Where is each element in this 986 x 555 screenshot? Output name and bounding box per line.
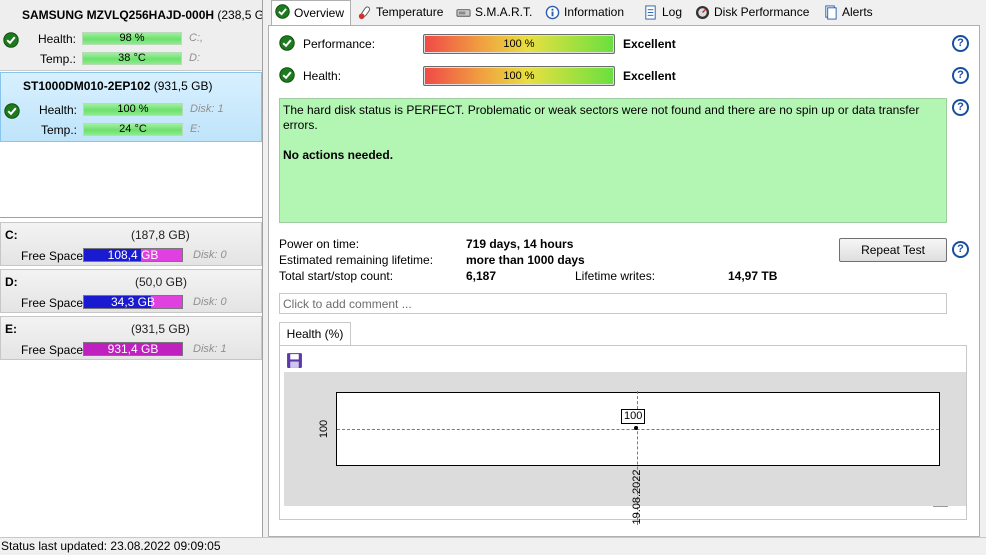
help-icon[interactable]: ? [952, 99, 969, 116]
check-circle-icon [279, 67, 295, 83]
health-bar: 98 % [82, 32, 182, 45]
status-message-box: The hard disk status is PERFECT. Problem… [279, 98, 947, 223]
health-row: Health: 100 % Excellent [279, 66, 969, 86]
health-label: Health: [38, 103, 77, 117]
free-space-label: Free Space [21, 249, 84, 263]
start-stop-value: 6,187 [466, 269, 497, 283]
performance-label: Performance: [303, 37, 376, 51]
start-stop-label: Total start/stop count: [279, 269, 394, 283]
temp-label: Temp.: [40, 123, 77, 137]
partition-letter: D: [5, 275, 18, 289]
temp-bar: 24 °C [83, 123, 183, 136]
tab-disk-performance[interactable]: Disk Performance [692, 2, 809, 24]
health-chart-panel: 100 19.08.2022 100 [279, 345, 967, 525]
drive-letters: D: [189, 52, 200, 64]
log-icon [645, 5, 656, 20]
tab-health-chart[interactable]: Health (%) [279, 322, 351, 346]
health-chart: 100 19.08.2022 100 [284, 372, 966, 525]
status-bar: Status last updated: 23.08.2022 09:09:05 [0, 537, 986, 555]
tab-information[interactable]: Information [542, 2, 624, 24]
lifetime-writes-value: 14,97 TB [728, 269, 778, 283]
tab-bar: Overview Temperature S.M.A.R.T. Informat… [268, 0, 986, 26]
temp-bar: 38 °C [82, 52, 182, 65]
partition-disk: Disk: 0 [193, 296, 227, 308]
info-icon [545, 5, 560, 20]
smart-icon [456, 9, 471, 17]
tab-temperature[interactable]: Temperature [354, 2, 443, 24]
drive-letters: E: [190, 123, 201, 135]
disk-item-selected[interactable]: ST1000DM010-2EP102 (931,5 GB) Health: 10… [0, 72, 262, 142]
help-icon[interactable]: ? [952, 241, 969, 258]
free-space-bar: 931,4 GB [83, 342, 183, 356]
partition-disk: Disk: 1 [193, 343, 227, 355]
remaining-lifetime-label: Estimated remaining lifetime: [279, 253, 434, 267]
health-bar: 100 % [83, 103, 183, 116]
health-label: Health: [303, 69, 342, 83]
status-text: The hard disk status is PERFECT. Problem… [283, 103, 920, 132]
temp-label: Temp.: [39, 52, 76, 66]
overview-panel: Performance: 100 % Excellent ? Health: 1… [268, 25, 980, 537]
plot-area [336, 391, 940, 525]
health-label: Health: [37, 32, 76, 46]
disk-item[interactable]: SAMSUNG MZVLQ256HAJD-000H (238,5 GB) Hea… [0, 0, 262, 71]
drive-letters: C:, [189, 32, 204, 44]
alerts-icon [825, 5, 837, 20]
save-icon[interactable] [286, 352, 303, 369]
help-icon[interactable]: ? [952, 67, 969, 84]
tab-log[interactable]: Log [640, 2, 682, 24]
lifetime-writes-label: Lifetime writes: [575, 269, 656, 283]
disk-list-empty-area [0, 142, 262, 218]
free-space-bar: 108,4 GB [83, 248, 183, 262]
disk-panel: SAMSUNG MZVLQ256HAJD-000H (238,5 GB) Hea… [0, 0, 263, 537]
partition-size: (50,0 GB) [135, 275, 188, 289]
check-circle-icon [279, 35, 295, 51]
disk-title: ST1000DM010-2EP102 (931,5 GB) [23, 79, 213, 93]
performance-row: Performance: 100 % Excellent [279, 34, 969, 54]
partition-letter: C: [5, 228, 18, 242]
power-on-value: 719 days, 14 hours [466, 237, 574, 251]
gauge-icon [695, 5, 710, 20]
partition-item[interactable]: E: (931,5 GB) Free Space 931,4 GB Disk: … [0, 316, 262, 360]
partition-item[interactable]: C: (187,8 GB) Free Space 108,4 GB Disk: … [0, 222, 262, 266]
performance-rating: Excellent [623, 37, 676, 51]
partition-item[interactable]: D: (50,0 GB) Free Space 34,3 GB Disk: 0 [0, 269, 262, 313]
data-point [634, 426, 638, 430]
partition-size: (187,8 GB) [131, 228, 190, 242]
partition-size: (931,5 GB) [131, 322, 190, 336]
help-icon[interactable]: ? [952, 35, 969, 52]
partition-disk: Disk: 0 [193, 249, 227, 261]
partition-letter: E: [5, 322, 17, 336]
free-space-bar: 34,3 GB [83, 295, 183, 309]
tab-smart[interactable]: S.M.A.R.T. [453, 2, 532, 24]
health-rating: Excellent [623, 69, 676, 83]
status-action: No actions needed. [283, 148, 394, 162]
thermometer-icon [358, 6, 371, 20]
power-on-label: Power on time: [279, 237, 360, 251]
disk-number: Disk: 1 [190, 103, 224, 115]
y-tick-label: 100 [318, 419, 330, 439]
free-space-label: Free Space [21, 296, 84, 310]
tab-alerts[interactable]: Alerts [820, 2, 873, 24]
check-circle-icon [275, 4, 290, 19]
resize-grip[interactable] [933, 506, 948, 507]
performance-bar: 100 % [423, 34, 615, 54]
repeat-test-button[interactable]: Repeat Test [839, 238, 947, 262]
tab-overview[interactable]: Overview [271, 0, 351, 26]
disk-title: SAMSUNG MZVLQ256HAJD-000H (238,5 GB) [22, 8, 262, 22]
y-gridline [337, 429, 939, 430]
x-tick-label: 19.08.2022 [631, 469, 643, 525]
free-space-label: Free Space [21, 343, 84, 357]
health-bar: 100 % [423, 66, 615, 86]
data-label: 100 [621, 409, 646, 424]
comment-input[interactable] [279, 293, 947, 314]
remaining-lifetime-value: more than 1000 days [466, 253, 585, 267]
